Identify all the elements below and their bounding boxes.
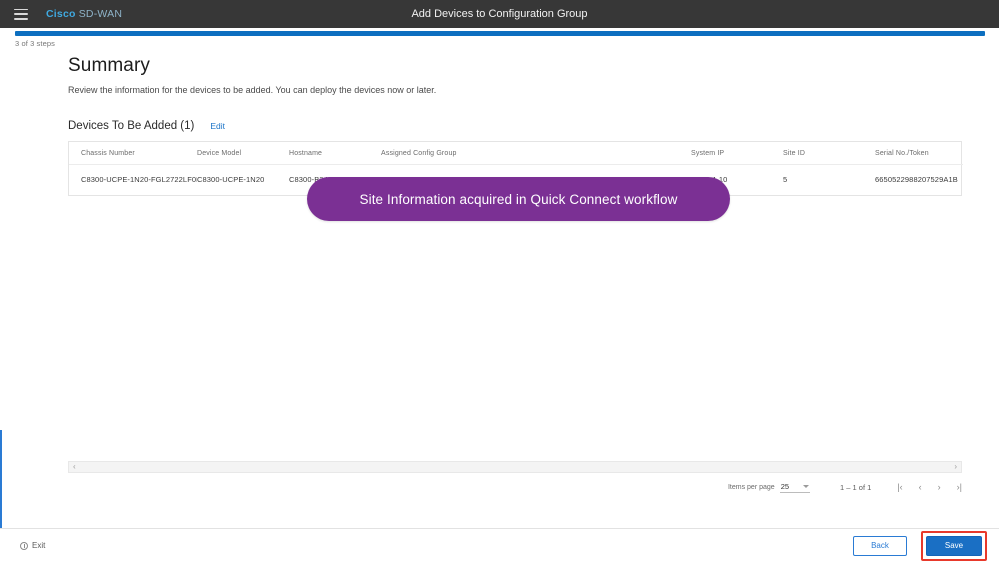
column-header-site-id[interactable]: Site ID bbox=[783, 142, 875, 165]
devices-section-title: Devices To Be Added (1) bbox=[68, 120, 195, 132]
column-header-assigned-config-group[interactable]: Assigned Config Group bbox=[381, 142, 691, 165]
save-button-highlight: Save bbox=[921, 530, 987, 561]
pagination-bar: Items per page 25 1 – 1 of 1 |‹ ‹ › ›| bbox=[68, 479, 962, 495]
progress-steps-label: 3 of 3 steps bbox=[15, 39, 55, 48]
exit-button[interactable]: Exit bbox=[20, 541, 45, 550]
last-page-icon[interactable]: ›| bbox=[957, 482, 962, 492]
left-accent-stripe bbox=[0, 430, 2, 530]
annotation-callout-text: Site Information acquired in Quick Conne… bbox=[359, 191, 678, 207]
footer-actions: Back Save bbox=[853, 530, 999, 561]
exit-label: Exit bbox=[32, 541, 46, 550]
items-per-page-select[interactable]: 25 bbox=[779, 481, 811, 493]
cell-serial-no-token: 6650522988207529A1B bbox=[875, 175, 958, 184]
cell-chassis-number: C8300-UCPE-1N20-FGL2722LF0B bbox=[81, 175, 197, 184]
annotation-callout: Site Information acquired in Quick Conne… bbox=[307, 177, 730, 221]
items-per-page-value: 25 bbox=[780, 481, 790, 491]
progress-track bbox=[15, 31, 985, 36]
cell-site-id: 5 bbox=[783, 175, 788, 184]
scroll-right-arrow-icon[interactable]: › bbox=[950, 463, 961, 471]
cisco-sdwan-logo: Cisco SD-WAN bbox=[46, 8, 122, 20]
hamburger-menu-icon[interactable] bbox=[14, 8, 28, 20]
footer-bar: Exit Back Save bbox=[0, 528, 999, 562]
horizontal-scrollbar[interactable]: ‹ › bbox=[68, 461, 962, 473]
power-exit-icon bbox=[20, 541, 28, 550]
first-page-icon[interactable]: |‹ bbox=[897, 482, 902, 492]
brand-primary-label: Cisco bbox=[46, 8, 76, 20]
pagination-range-label: 1 – 1 of 1 bbox=[840, 482, 872, 492]
column-header-device-model[interactable]: Device Model bbox=[197, 142, 289, 165]
previous-page-icon[interactable]: ‹ bbox=[919, 482, 922, 492]
table-header-row: Chassis Number Device Model Hostname Ass… bbox=[69, 142, 963, 165]
brand-secondary-label: SD-WAN bbox=[78, 8, 123, 20]
page-title: Summary bbox=[68, 55, 150, 76]
application-window: Cisco SD-WAN Add Devices to Configuratio… bbox=[0, 0, 999, 562]
edit-link[interactable]: Edit bbox=[210, 121, 225, 131]
table-header: Chassis Number Device Model Hostname Ass… bbox=[69, 142, 963, 165]
back-button[interactable]: Back bbox=[853, 535, 907, 556]
next-page-icon[interactable]: › bbox=[938, 482, 941, 492]
column-header-hostname[interactable]: Hostname bbox=[289, 142, 381, 165]
progress-fill bbox=[15, 31, 985, 36]
section-header: Devices To Be Added (1) Edit bbox=[68, 120, 999, 132]
page-subtitle: Review the information for the devices t… bbox=[68, 85, 437, 95]
cell-device-model: C8300-UCPE-1N20 bbox=[197, 175, 265, 184]
wizard-progress: 3 of 3 steps bbox=[0, 31, 999, 49]
main-content: Summary Review the information for the d… bbox=[0, 55, 999, 196]
column-header-serial-no-token[interactable]: Serial No./Token bbox=[875, 142, 963, 165]
column-header-chassis-number[interactable]: Chassis Number bbox=[69, 142, 197, 165]
window-title: Add Devices to Configuration Group bbox=[411, 8, 588, 20]
save-button[interactable]: Save bbox=[926, 535, 982, 556]
pagination-buttons: |‹ ‹ › ›| bbox=[897, 482, 962, 492]
top-navigation-bar: Cisco SD-WAN Add Devices to Configuratio… bbox=[0, 0, 999, 28]
column-header-system-ip[interactable]: System IP bbox=[691, 142, 783, 165]
items-per-page-label: Items per page bbox=[727, 483, 775, 491]
chevron-down-icon bbox=[803, 484, 810, 488]
scroll-left-arrow-icon[interactable]: ‹ bbox=[69, 463, 80, 471]
